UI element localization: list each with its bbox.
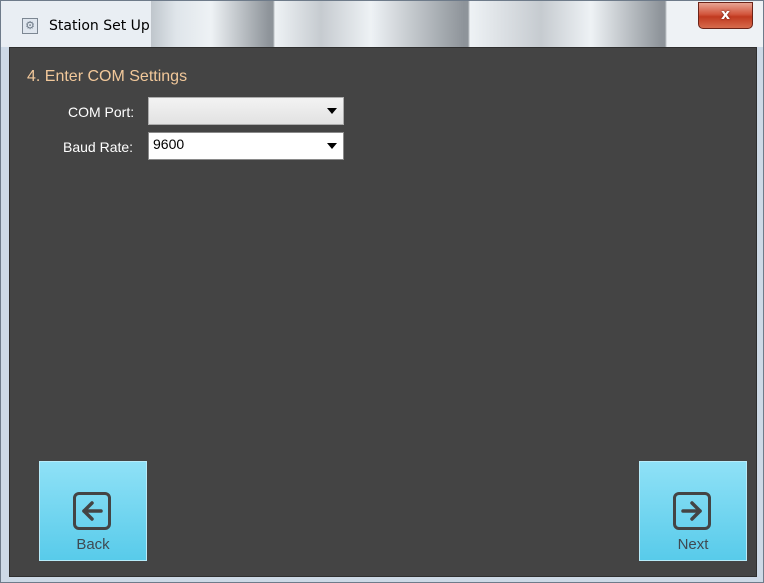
- baud-rate-value: 9600: [153, 136, 185, 152]
- wizard-panel: 4. Enter COM Settings COM Port: Baud Rat…: [9, 47, 757, 577]
- baud-rate-dropdown[interactable]: 9600: [148, 132, 344, 160]
- next-button[interactable]: Next: [639, 461, 747, 561]
- back-button[interactable]: Back: [39, 461, 147, 561]
- com-port-dropdown[interactable]: [148, 97, 344, 125]
- arrow-right-icon: [673, 492, 711, 530]
- baud-rate-label: Baud Rate:: [63, 139, 134, 155]
- close-icon: x: [720, 7, 731, 23]
- arrow-left-icon: [73, 492, 111, 530]
- com-port-label: COM Port:: [68, 104, 135, 120]
- back-label: Back: [76, 536, 110, 553]
- step-title: 4. Enter COM Settings: [27, 68, 188, 85]
- station-setup-window: ⚙ Station Set Up x 4. Enter COM Settings…: [0, 0, 764, 583]
- chevron-down-icon: [327, 108, 337, 114]
- title-bar[interactable]: ⚙ Station Set Up x: [1, 1, 763, 47]
- gear-icon: ⚙: [22, 18, 38, 34]
- close-button[interactable]: x: [698, 2, 753, 29]
- window-title: Station Set Up: [49, 18, 150, 34]
- chevron-down-icon: [327, 143, 337, 149]
- next-label: Next: [677, 536, 709, 553]
